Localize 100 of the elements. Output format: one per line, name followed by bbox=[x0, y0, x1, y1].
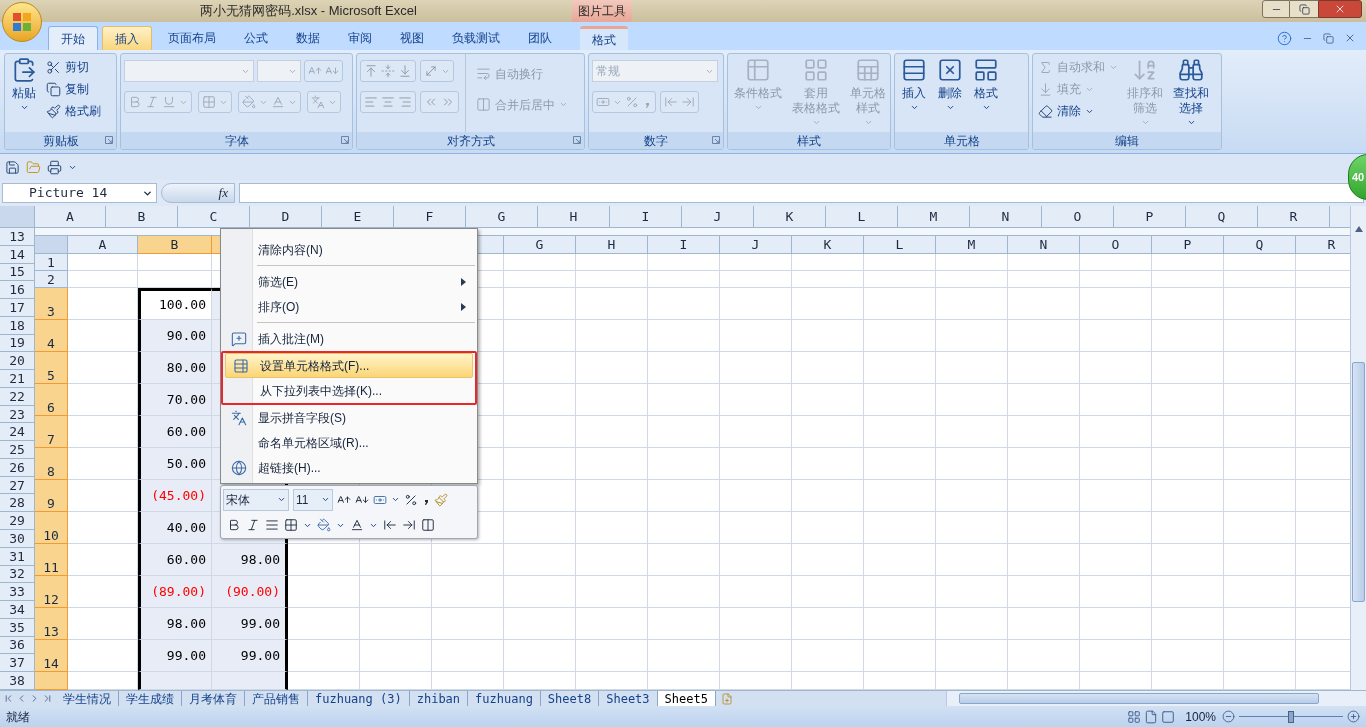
first-sheet-icon[interactable] bbox=[3, 693, 14, 704]
column-header[interactable]: N bbox=[970, 206, 1042, 228]
merge-icon[interactable] bbox=[421, 518, 435, 532]
column-header[interactable]: N bbox=[1008, 236, 1080, 254]
column-header[interactable]: M bbox=[936, 236, 1008, 254]
column-header[interactable]: H bbox=[576, 236, 648, 254]
row-header[interactable]: 5 bbox=[35, 352, 68, 384]
row-header[interactable]: 10 bbox=[35, 512, 68, 544]
column-header[interactable]: G bbox=[466, 206, 538, 228]
font-size-field[interactable]: 11 bbox=[293, 488, 333, 511]
fill-icon[interactable] bbox=[242, 95, 256, 109]
printer-icon[interactable] bbox=[47, 159, 62, 175]
menu-item[interactable]: 插入批注(M) bbox=[223, 326, 475, 351]
ribbon-button[interactable]: 格式刷 bbox=[44, 100, 103, 122]
row-header[interactable]: 12 bbox=[35, 576, 68, 608]
column-header[interactable]: C bbox=[178, 206, 250, 228]
page-layout-icon[interactable] bbox=[1144, 709, 1159, 724]
row-header[interactable]: 28 bbox=[0, 494, 35, 513]
menu-item[interactable]: 显示拼音字段(S) bbox=[223, 405, 475, 430]
ribbon-button[interactable]: 清除 bbox=[1036, 100, 1120, 122]
column-header[interactable]: A bbox=[35, 206, 106, 228]
ribbon-tab[interactable]: 团队 bbox=[516, 26, 564, 50]
increase-decimal-icon[interactable] bbox=[383, 518, 397, 532]
row-header[interactable]: 3 bbox=[35, 288, 68, 320]
ribbon-tab[interactable]: 数据 bbox=[284, 26, 332, 50]
column-header[interactable]: R bbox=[1296, 236, 1350, 254]
menu-item[interactable]: 超链接(H)... bbox=[223, 455, 475, 480]
row-header[interactable]: 13 bbox=[35, 608, 68, 640]
column-header[interactable]: A bbox=[68, 236, 138, 254]
select-all-corner[interactable] bbox=[35, 236, 68, 254]
sheet-tab[interactable]: Sheet5 bbox=[657, 690, 716, 707]
minimize-button[interactable] bbox=[1262, 0, 1290, 18]
row-header[interactable]: 38 bbox=[0, 672, 35, 690]
row-header[interactable]: 14 bbox=[35, 640, 68, 672]
row-header[interactable]: 37 bbox=[0, 654, 35, 673]
ribbon-tab[interactable]: 视图 bbox=[388, 26, 436, 50]
insert-function-button[interactable]: fx bbox=[161, 183, 235, 203]
row-header[interactable]: 2 bbox=[35, 271, 68, 288]
ribbon-tab[interactable]: 格式 bbox=[580, 26, 628, 50]
row-header[interactable]: 9 bbox=[35, 480, 68, 512]
column-header[interactable]: E bbox=[322, 206, 394, 228]
page-break-icon[interactable] bbox=[1161, 709, 1176, 724]
column-header[interactable]: M bbox=[898, 206, 970, 228]
select-all-corner[interactable] bbox=[0, 206, 35, 228]
column-header[interactable]: Q bbox=[1224, 236, 1296, 254]
bold-icon[interactable] bbox=[227, 518, 241, 532]
horizontal-scrollbar[interactable] bbox=[946, 691, 1366, 706]
dialog-launcher-icon[interactable] bbox=[573, 136, 581, 144]
ribbon-tab[interactable]: 负载测试 bbox=[440, 26, 512, 50]
row-header[interactable]: 17 bbox=[0, 299, 35, 317]
column-header[interactable]: L bbox=[826, 206, 898, 228]
italic-icon[interactable] bbox=[246, 518, 260, 532]
ribbon-button[interactable]: 粘贴 bbox=[8, 54, 40, 132]
scroll-thumb[interactable] bbox=[959, 693, 1319, 704]
column-header[interactable]: I bbox=[648, 236, 720, 254]
column-header[interactable]: O bbox=[1080, 236, 1152, 254]
menu-item[interactable]: 排序(O) bbox=[223, 294, 475, 319]
dialog-launcher-icon[interactable] bbox=[712, 136, 720, 144]
menu-item[interactable]: 清除内容(N) bbox=[223, 237, 475, 262]
column-header[interactable]: L bbox=[864, 236, 936, 254]
ribbon-tab[interactable]: 开始 bbox=[48, 26, 98, 50]
dialog-launcher-icon[interactable] bbox=[105, 136, 113, 144]
row-header[interactable]: 34 bbox=[0, 601, 35, 619]
column-header[interactable]: G bbox=[504, 236, 576, 254]
menu-item[interactable]: 命名单元格区域(R)... bbox=[223, 430, 475, 455]
row-header[interactable]: 7 bbox=[35, 416, 68, 448]
font-color-icon[interactable] bbox=[350, 518, 364, 532]
column-header[interactable]: F bbox=[394, 206, 466, 228]
row-header[interactable]: 4 bbox=[35, 320, 68, 352]
decrease-decimal-icon[interactable] bbox=[402, 518, 416, 532]
ribbon-button[interactable]: 插入 bbox=[898, 54, 930, 132]
ribbon-tab[interactable]: 插入 bbox=[102, 26, 152, 50]
ribbon-tab[interactable]: 页面布局 bbox=[156, 26, 228, 50]
column-header[interactable]: O bbox=[1042, 206, 1114, 228]
column-header[interactable]: J bbox=[720, 236, 792, 254]
help-icon[interactable] bbox=[1277, 30, 1292, 46]
name-box[interactable]: Picture 14 bbox=[2, 183, 157, 203]
column-header[interactable]: H bbox=[538, 206, 610, 228]
ribbon-button[interactable]: 查找和 选择 bbox=[1170, 54, 1212, 132]
row-header[interactable]: 8 bbox=[35, 448, 68, 480]
ribbon-button[interactable]: 剪切 bbox=[44, 56, 103, 78]
row-header[interactable]: 25 bbox=[0, 441, 35, 459]
scroll-thumb[interactable] bbox=[1352, 362, 1365, 602]
row-header[interactable]: 33 bbox=[0, 583, 35, 602]
column-header[interactable]: B bbox=[138, 236, 212, 254]
fill-icon[interactable] bbox=[317, 518, 331, 532]
close-button[interactable] bbox=[1318, 0, 1362, 18]
column-header[interactable]: P bbox=[1152, 236, 1224, 254]
folder-icon[interactable] bbox=[26, 159, 41, 175]
zoom-in-icon[interactable] bbox=[1347, 710, 1360, 723]
font-size-field[interactable] bbox=[257, 60, 301, 82]
column-header[interactable]: J bbox=[682, 206, 754, 228]
ribbon-tab[interactable]: 公式 bbox=[232, 26, 280, 50]
zoom-slider[interactable] bbox=[1239, 710, 1343, 723]
center-icon[interactable] bbox=[265, 518, 279, 532]
row-header[interactable]: 16 bbox=[0, 281, 35, 300]
row-header[interactable]: 24 bbox=[0, 423, 35, 442]
restore-button[interactable] bbox=[1290, 0, 1318, 18]
ribbon-tab[interactable]: 审阅 bbox=[336, 26, 384, 50]
restore-icon[interactable] bbox=[1323, 32, 1334, 44]
